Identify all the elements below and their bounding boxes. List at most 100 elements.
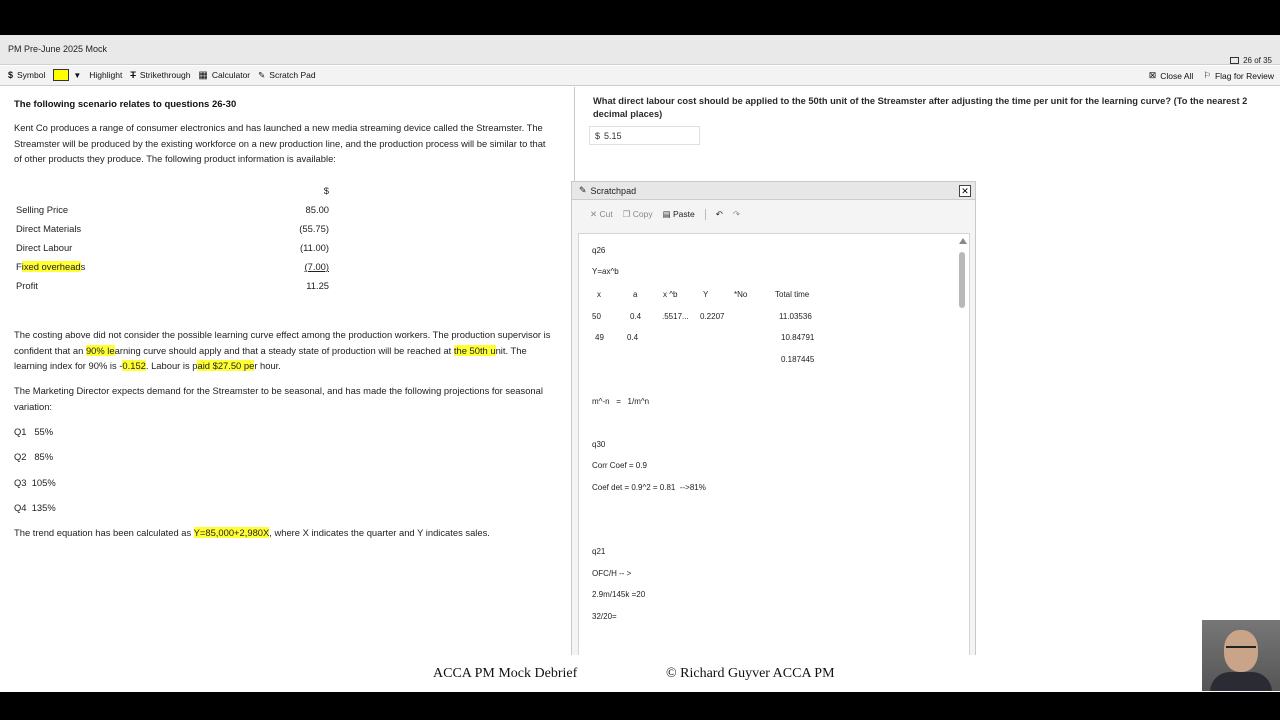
scratch-pad-button[interactable]: ✎ Scratch Pad	[258, 70, 315, 81]
scrollbar-thumb[interactable]	[959, 252, 965, 308]
copy-label: Copy	[632, 209, 653, 219]
scratchpad-textarea[interactable]: q26 Y=ax^b x a x ^b Y *No Total time 50 …	[578, 233, 970, 655]
strikethrough-label: Strikethrough	[139, 70, 191, 80]
seasonal-q3: Q3 105%	[14, 477, 56, 488]
note-line: m^-n = 1/m^n	[592, 397, 650, 406]
row-value-cell: (7.00)	[169, 257, 330, 276]
table-header-row: $	[14, 181, 329, 200]
note-cell: a	[633, 290, 638, 299]
caret-down-icon: ▼	[73, 70, 82, 80]
clipboard-icon: ▤	[662, 209, 671, 219]
seasonal-q1: Q1 55%	[14, 426, 54, 437]
strikethrough-icon: T	[130, 70, 136, 80]
scratchpad-window[interactable]: ✎ Scratchpad ✕ ✕ Cut ❐ Copy ▤ Paste ↶ ↷ …	[571, 181, 976, 655]
note-cell: 50	[592, 311, 601, 321]
highlighted-text: the 50th u	[453, 344, 496, 356]
flag-for-review-button[interactable]: ⚐ Flag for Review	[1203, 70, 1274, 81]
highlighted-text: Y=85,000+2,980X	[193, 527, 270, 538]
question-counter[interactable]: 26 of 35	[1230, 56, 1272, 65]
close-all-button[interactable]: ⊠ Close All	[1149, 70, 1194, 81]
highlight-label: Highlight	[89, 70, 123, 80]
row-value: (11.00)	[299, 242, 329, 253]
note-cell: .5517...	[662, 311, 689, 321]
presenter-glasses	[1226, 646, 1256, 652]
seasonal-q2: Q2 85%	[14, 451, 54, 462]
exam-title: PM Pre-June 2025 Mock	[8, 44, 108, 54]
note-cell: 0.2207	[700, 311, 725, 321]
highlight-button[interactable]: Highlight	[89, 70, 122, 80]
highlighted-text: 0.152	[122, 360, 146, 371]
highlighted-text: aid $27.50 pe	[197, 360, 255, 371]
presenter-shirt	[1210, 672, 1272, 691]
answer-input[interactable]: $5.15	[589, 126, 700, 145]
row-label: Fixed overheads	[14, 257, 169, 276]
scroll-up-arrow-icon[interactable]	[959, 238, 967, 244]
scenario-panel: The following scenario relates to questi…	[0, 87, 575, 655]
text-run: , where X indicates the quarter and Y in…	[269, 527, 490, 538]
calculator-button[interactable]: ▦ Calculator	[198, 70, 250, 81]
row-value: 85.00	[305, 204, 329, 215]
question-counter-text: 26 of 35	[1243, 56, 1272, 65]
scenario-heading: The following scenario relates to questi…	[14, 99, 237, 110]
currency-header: $	[323, 185, 329, 196]
calculator-icon: ▦	[198, 69, 208, 81]
pencil-icon: ✎	[579, 185, 587, 195]
flag-label: Flag for Review	[1214, 70, 1274, 81]
cut-button[interactable]: ✕ Cut	[590, 209, 613, 220]
video-footer: ACCA PM Mock Debrief © Richard Guyver AC…	[0, 655, 1280, 692]
row-label: Profit	[16, 280, 38, 291]
toolbar: $ Symbol ▼ Highlight T Strikethrough ▦ C…	[0, 66, 1280, 86]
note-line: q30	[592, 440, 606, 449]
scratchpad-titlebar[interactable]: ✎ Scratchpad	[572, 182, 975, 200]
note-cell: *No	[734, 290, 748, 299]
text-run: The trend equation has been calculated a…	[14, 527, 194, 538]
paste-button[interactable]: ▤ Paste	[663, 209, 695, 220]
note-cell: 10.84791	[781, 333, 815, 342]
footer-title: ACCA PM Mock Debrief	[433, 666, 578, 681]
note-cell: x	[597, 290, 601, 299]
learning-curve-paragraph: The costing above did not consider the p…	[14, 327, 554, 374]
dollar-icon: $	[8, 70, 14, 80]
note-cell: 0.4	[630, 311, 642, 321]
paste-label: Paste	[672, 209, 695, 219]
product-info-table: $ Selling Price 85.00 Direct Materials (…	[14, 181, 329, 295]
strikethrough-button[interactable]: T Strikethrough	[130, 70, 190, 80]
title-bar: PM Pre-June 2025 Mock 26 of 35	[0, 35, 1280, 65]
close-all-label: Close All	[1160, 70, 1194, 81]
table-row: Direct Labour (11.00)	[14, 238, 329, 257]
symbol-button[interactable]: $ Symbol	[8, 70, 45, 80]
text-run: arning curve should apply and that a ste…	[114, 344, 454, 356]
answer-value: 5.15	[604, 131, 622, 141]
scenario-intro: Kent Co produces a range of consumer ele…	[14, 122, 546, 164]
close-all-icon: ⊠	[1148, 70, 1157, 80]
note-cell: x ^b	[663, 290, 678, 299]
scratchpad-scrollbar[interactable]	[959, 238, 967, 653]
note-line: q21	[592, 547, 606, 556]
label-part: s	[80, 261, 86, 272]
highlight-color-swatch	[53, 69, 70, 81]
undo-icon: ↶	[715, 209, 723, 219]
row-label: Direct Materials	[16, 223, 82, 234]
pencil-icon: ✎	[258, 69, 266, 80]
close-icon[interactable]: ✕	[959, 185, 971, 197]
scissors-icon: ✕	[590, 209, 598, 219]
toolbar-divider	[704, 209, 706, 220]
symbol-label: Symbol	[17, 70, 46, 80]
row-label: Selling Price	[16, 204, 69, 215]
highlighted-text: ixed overhead	[21, 261, 81, 272]
scratchpad-toolbar: ✕ Cut ❐ Copy ▤ Paste ↶ ↷	[590, 209, 740, 220]
table-row: Fixed overheads (7.00)	[14, 257, 329, 276]
copy-button[interactable]: ❐ Copy	[623, 209, 653, 220]
undo-button[interactable]: ↶	[716, 209, 723, 220]
note-cell: 0.187445	[781, 354, 815, 364]
highlighted-text: 90% le	[85, 344, 115, 356]
note-cell: 11.03536	[779, 311, 812, 321]
row-value: (7.00)	[304, 261, 330, 272]
redo-button[interactable]: ↷	[733, 209, 740, 220]
table-row: Direct Materials (55.75)	[14, 219, 329, 238]
navigator-icon	[1230, 57, 1240, 64]
scratch-pad-label: Scratch Pad	[269, 70, 316, 80]
row-label: Direct Labour	[16, 242, 73, 253]
highlight-color-picker[interactable]: ▼	[53, 69, 81, 81]
note-line: Coef det = 0.9^2 = 0.81 -->81%	[592, 483, 706, 492]
